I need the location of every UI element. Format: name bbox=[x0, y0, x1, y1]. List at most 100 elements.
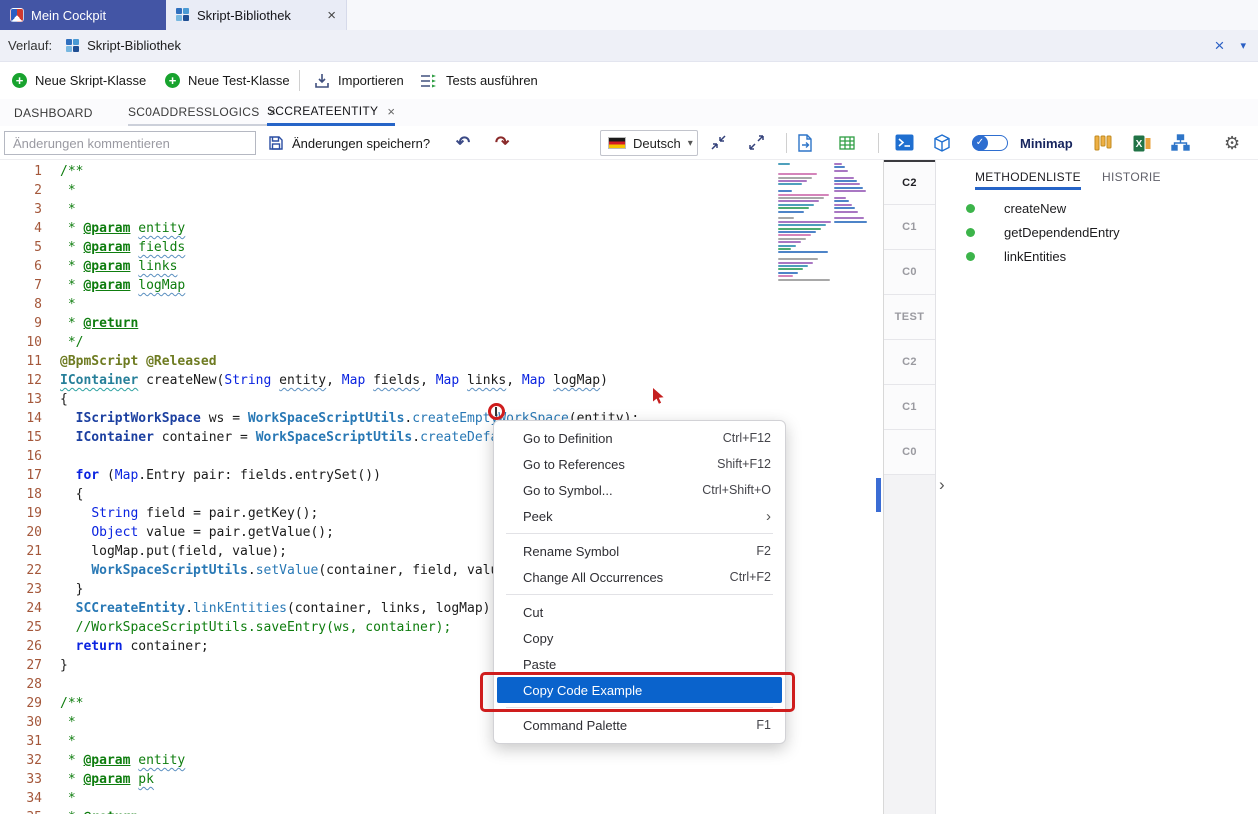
save-changes-button[interactable]: Änderungen speichern? bbox=[268, 126, 430, 160]
menu-item-shortcut: Ctrl+Shift+O bbox=[702, 483, 771, 497]
menu-item-copy[interactable]: Copy bbox=[494, 625, 785, 651]
menu-item-label: Go to Symbol... bbox=[523, 483, 613, 498]
method-item-createnew[interactable]: createNew bbox=[936, 196, 1258, 220]
line-number: 8 bbox=[0, 295, 42, 314]
comment-input[interactable] bbox=[4, 131, 256, 155]
menu-item-go-to-symbol[interactable]: Go to Symbol... Ctrl+Shift+O bbox=[494, 477, 785, 503]
minimap-line bbox=[778, 268, 803, 270]
run-tests-button[interactable]: Tests ausführen bbox=[420, 62, 538, 99]
window-tab-mein-cockpit[interactable]: Mein Cockpit bbox=[0, 0, 166, 30]
hierarchy-icon[interactable] bbox=[1171, 134, 1190, 151]
chevron-down-icon[interactable]: ▾ bbox=[1240, 39, 1246, 52]
code-line-9[interactable]: * @return bbox=[60, 314, 639, 333]
code-line-35[interactable]: * @return bbox=[60, 808, 639, 814]
close-icon[interactable]: × bbox=[327, 8, 336, 23]
table-view-icon[interactable] bbox=[839, 136, 855, 150]
tab-dashboard[interactable]: DASHBOARD bbox=[14, 99, 93, 126]
code-line-10[interactable]: */ bbox=[60, 333, 639, 352]
excel-export-icon[interactable]: X bbox=[1133, 135, 1151, 152]
menu-item-shortcut: Ctrl+F2 bbox=[730, 570, 771, 584]
window-tab-label: Skript-Bibliothek bbox=[197, 8, 291, 23]
compare-button-c2-4[interactable]: C2 bbox=[884, 340, 935, 385]
code-line-3[interactable]: * bbox=[60, 200, 639, 219]
method-item-linkentities[interactable]: linkEntities bbox=[936, 244, 1258, 268]
new-script-class-button[interactable]: + Neue Skript-Klasse bbox=[12, 62, 146, 99]
menu-item-go-to-definition[interactable]: Go to DefinitionCtrl+F12 bbox=[494, 425, 785, 451]
export-document-icon[interactable] bbox=[797, 134, 813, 152]
gear-icon[interactable]: ⚙ bbox=[1224, 126, 1240, 160]
redo-icon[interactable]: ↷ bbox=[495, 126, 509, 160]
code-line-34[interactable]: * bbox=[60, 789, 639, 808]
line-number: 31 bbox=[0, 732, 42, 751]
minimap-toggle[interactable]: ✓ bbox=[972, 135, 1008, 151]
line-number: 14 bbox=[0, 409, 42, 428]
code-line-5[interactable]: * @param fields bbox=[60, 238, 639, 257]
menu-item-peek[interactable]: Peek› bbox=[494, 503, 785, 529]
code-line-6[interactable]: * @param links bbox=[60, 257, 639, 276]
code-line-12[interactable]: IContainer createNew(String entity, Map … bbox=[60, 371, 639, 390]
menu-item-paste[interactable]: Paste bbox=[494, 651, 785, 677]
separator bbox=[786, 133, 787, 153]
line-number: 2 bbox=[0, 181, 42, 200]
menu-item-copy-code-example[interactable]: Copy Code Example bbox=[497, 677, 782, 703]
menu-item-label: Copy bbox=[523, 631, 553, 646]
menu-item-go-to-references[interactable]: Go to ReferencesShift+F12 bbox=[494, 451, 785, 477]
columns-view-icon[interactable] bbox=[1094, 135, 1112, 151]
tab-historie[interactable]: HISTORIE bbox=[1102, 170, 1161, 190]
code-line-4[interactable]: * @param entity bbox=[60, 219, 639, 238]
compare-button-c0-2[interactable]: C0 bbox=[884, 250, 935, 295]
menu-separator bbox=[506, 707, 773, 708]
console-icon[interactable] bbox=[895, 134, 914, 151]
application-window: Mein Cockpit Skript-Bibliothek × Verlauf… bbox=[0, 0, 1258, 814]
compare-button-c1-1[interactable]: C1 bbox=[884, 205, 935, 250]
minimap-line bbox=[778, 251, 828, 253]
undo-icon[interactable]: ↶ bbox=[456, 126, 470, 160]
window-tab-skript-bibliothek[interactable]: Skript-Bibliothek × bbox=[166, 0, 347, 30]
code-line-7[interactable]: * @param logMap bbox=[60, 276, 639, 295]
chevron-down-icon: ▾ bbox=[688, 138, 693, 149]
code-line-33[interactable]: * @param pk bbox=[60, 770, 639, 789]
tab-sccreateentity[interactable]: SCCREATEENTITY × bbox=[267, 99, 395, 126]
line-number: 22 bbox=[0, 561, 42, 580]
compare-button-test-3[interactable]: TEST bbox=[884, 295, 935, 340]
code-line-11[interactable]: @BpmScript @Released bbox=[60, 352, 639, 371]
minimap-line bbox=[778, 204, 814, 206]
minimap-line bbox=[778, 217, 794, 219]
collapse-panel-chevron-icon[interactable]: › bbox=[939, 476, 945, 493]
scrollbar-thumb[interactable] bbox=[876, 478, 881, 512]
code-line-1[interactable]: /** bbox=[60, 162, 639, 181]
menu-item-change-all-occurrences[interactable]: Change All OccurrencesCtrl+F2 bbox=[494, 564, 785, 590]
history-item[interactable]: Skript-Bibliothek bbox=[87, 38, 181, 53]
compare-button-c1-5[interactable]: C1 bbox=[884, 385, 935, 430]
minimap-line bbox=[778, 245, 796, 247]
method-item-getdependendentry[interactable]: getDependendEntry bbox=[936, 220, 1258, 244]
history-bar: Verlauf: Skript-Bibliothek × ▾ bbox=[0, 30, 1258, 62]
menu-item-command-palette[interactable]: Command PaletteF1 bbox=[494, 712, 785, 738]
tab-sc0addresslogics[interactable]: SC0ADDRESSLOGICS × bbox=[128, 99, 276, 126]
menu-item-cut[interactable]: Cut bbox=[494, 599, 785, 625]
import-icon bbox=[314, 73, 330, 89]
new-test-class-button[interactable]: + Neue Test-Klasse bbox=[165, 62, 290, 99]
code-line-8[interactable]: * bbox=[60, 295, 639, 314]
close-icon[interactable]: × bbox=[1215, 37, 1225, 54]
minimap-line bbox=[778, 194, 829, 196]
code-line-32[interactable]: * @param entity bbox=[60, 751, 639, 770]
language-select[interactable]: Deutsch ▾ bbox=[600, 130, 698, 156]
expand-editor-icon[interactable] bbox=[749, 135, 764, 150]
minimap-line bbox=[778, 197, 824, 199]
compare-button-c2-0[interactable]: C2 bbox=[884, 160, 935, 205]
minimap-line bbox=[778, 275, 793, 277]
compare-button-c0-6[interactable]: C0 bbox=[884, 430, 935, 475]
minimap-line bbox=[834, 183, 860, 185]
minimap[interactable] bbox=[778, 163, 872, 295]
collapse-editor-icon[interactable] bbox=[711, 135, 726, 150]
close-icon[interactable]: × bbox=[387, 104, 395, 119]
import-button[interactable]: Importieren bbox=[314, 62, 404, 99]
menu-item-rename-symbol[interactable]: Rename SymbolF2 bbox=[494, 538, 785, 564]
tab-methodenliste[interactable]: METHODENLISTE bbox=[975, 170, 1081, 190]
line-number: 1 bbox=[0, 162, 42, 181]
code-line-2[interactable]: * bbox=[60, 181, 639, 200]
code-line-13[interactable]: { bbox=[60, 390, 639, 409]
tab-label: DASHBOARD bbox=[14, 106, 93, 120]
package-icon[interactable] bbox=[933, 134, 951, 152]
